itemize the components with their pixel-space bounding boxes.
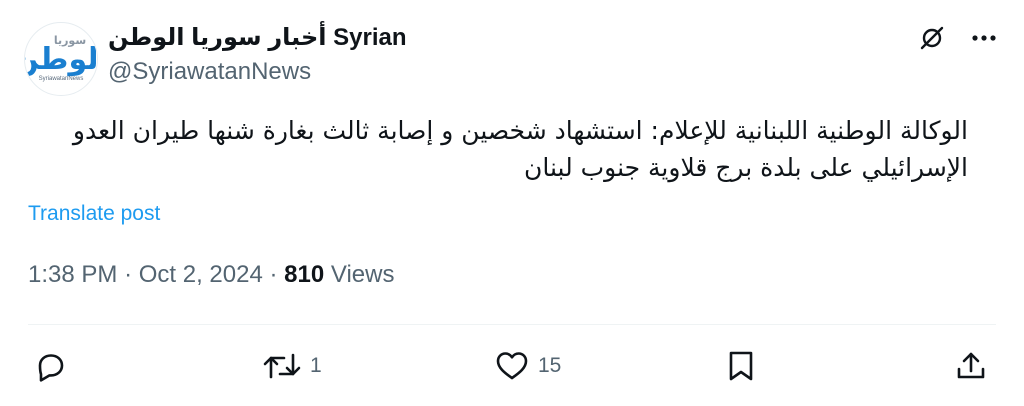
bookmark-icon <box>729 351 753 381</box>
post-time[interactable]: 1:38 PM <box>28 261 117 288</box>
post-meta: 1:38 PM · Oct 2, 2024 · 810 Views <box>28 261 394 289</box>
top-icons <box>916 22 1000 54</box>
meta-separator: · <box>124 261 133 288</box>
repost-count: 1 <box>310 354 322 377</box>
post-date[interactable]: Oct 2, 2024 <box>139 261 263 288</box>
reply-button[interactable] <box>34 342 76 390</box>
heart-icon <box>496 352 528 380</box>
action-bar: 1 15 <box>0 342 1024 390</box>
meta-separator: · <box>269 261 278 288</box>
author-handle[interactable]: @SyriawatanNews <box>108 58 311 86</box>
views-label: Views <box>330 261 395 288</box>
more-icon[interactable] <box>968 22 1000 54</box>
views-count: 810 <box>284 261 325 288</box>
repost-button[interactable]: 1 <box>262 342 322 390</box>
post-text: الوكالة الوطنية اللبنانية للإعلام: استشه… <box>72 116 968 182</box>
reply-icon <box>38 354 64 382</box>
divider <box>28 324 996 325</box>
grok-icon[interactable] <box>916 22 948 54</box>
bookmark-button[interactable] <box>726 342 756 390</box>
like-count: 15 <box>538 354 562 377</box>
author-name[interactable]: أخبار سوريا الوطن Syrian <box>108 24 407 52</box>
repost-icon <box>263 353 301 379</box>
translate-post-link[interactable]: Translate post <box>28 202 160 226</box>
avatar-logo-big: الوطن <box>25 42 98 76</box>
avatar[interactable]: سوريا الوطن SyriawatanNews <box>24 22 98 96</box>
share-icon <box>957 352 985 379</box>
avatar-logo-tiny: SyriawatanNews <box>38 75 84 82</box>
share-button[interactable] <box>954 342 988 390</box>
like-button[interactable]: 15 <box>494 342 561 390</box>
